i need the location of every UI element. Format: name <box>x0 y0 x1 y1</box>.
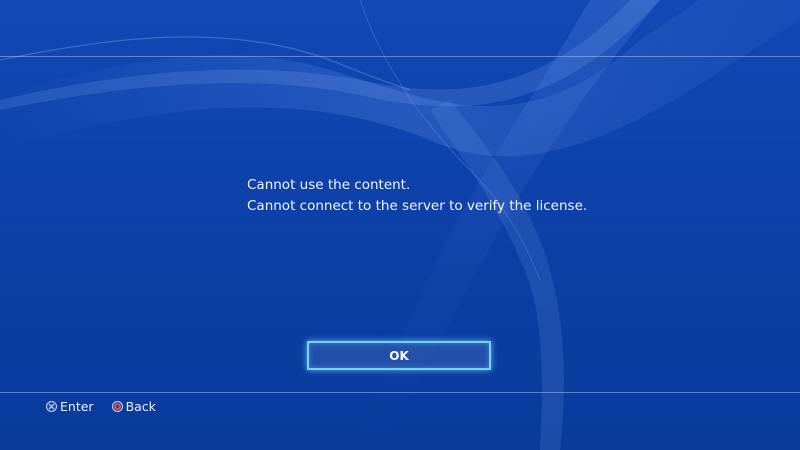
dialog-message: Cannot use the content. Cannot connect t… <box>247 175 587 217</box>
message-line-2: Cannot connect to the server to verify t… <box>247 198 588 214</box>
message-line-1: Cannot use the content. <box>247 177 411 193</box>
enter-hint[interactable]: Enter <box>46 399 94 414</box>
ok-button[interactable]: OK <box>307 341 491 370</box>
button-hints: Enter Back <box>46 398 174 414</box>
error-dialog-screen: Cannot use the content. Cannot connect t… <box>0 0 800 450</box>
background-wave-decoration <box>0 0 800 450</box>
enter-label: Enter <box>60 398 94 414</box>
back-hint[interactable]: Back <box>111 398 156 414</box>
circle-button-icon <box>111 400 123 412</box>
bottom-divider <box>0 392 800 393</box>
top-divider <box>0 56 800 57</box>
cross-button-icon <box>46 400 57 412</box>
back-label: Back <box>125 398 156 414</box>
